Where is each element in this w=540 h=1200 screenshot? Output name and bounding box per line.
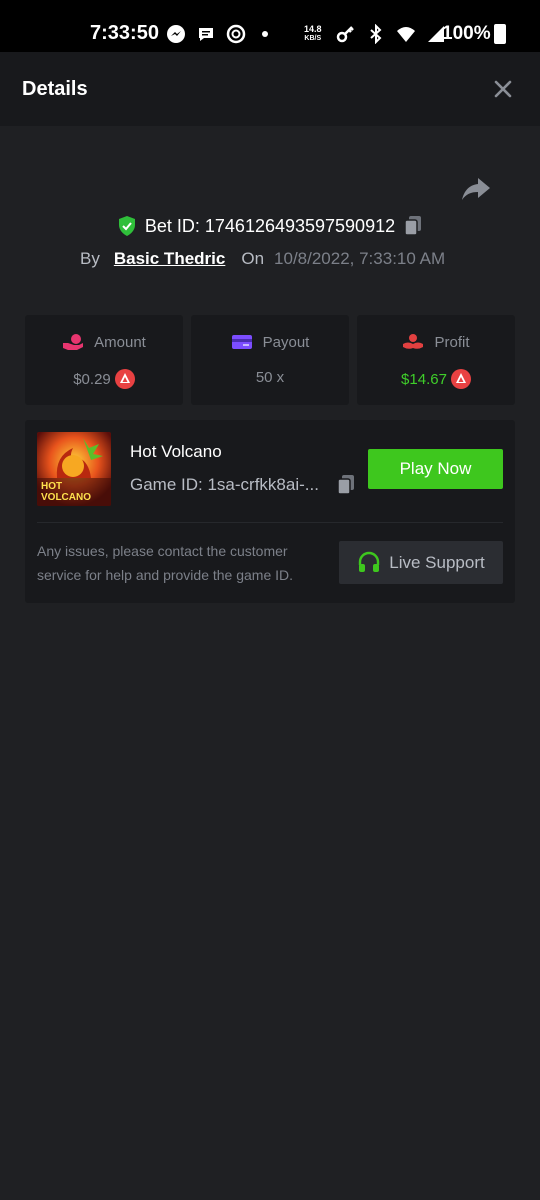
live-support-label: Live Support (389, 552, 485, 572)
notification-icons (166, 24, 268, 44)
stat-label: Payout (262, 333, 310, 351)
game-id: Game ID: 1sa-crfkk8ai-... (130, 475, 319, 494)
game-card: HOT VOLCANO Hot Volcano Game ID: 1sa-crf… (25, 420, 515, 603)
share-icon[interactable] (460, 175, 492, 203)
on-label: On (241, 249, 265, 268)
stat-card-profit: Profit $14.67 (357, 315, 515, 405)
bet-id: Bet ID: 1746126493597590912 (144, 215, 396, 236)
hot-volcano-artwork: HOT VOLCANO (37, 432, 111, 506)
bluetooth-icon (370, 24, 382, 44)
status-time: 7:33:50 (90, 22, 159, 44)
by-label: By (80, 249, 100, 268)
game-id-row: Game ID: 1sa-crfkk8ai-... (130, 474, 356, 496)
bet-author-row: By Basic Thedric On 10/8/2022, 7:33:10 A… (80, 247, 445, 271)
net-speed: 14.8 KB/S (304, 25, 322, 43)
messenger-icon (167, 25, 185, 43)
stat-value: 50 x (255, 369, 285, 386)
thumb-title-line2: VOLCANO (41, 492, 91, 503)
verified-shield-icon (118, 216, 135, 236)
copy-game-id-icon[interactable] (336, 474, 356, 496)
game-name: Hot Volcano (130, 442, 222, 461)
game-thumbnail[interactable]: HOT VOLCANO (37, 432, 111, 506)
ring-app-icon (226, 24, 246, 44)
headset-icon (359, 551, 380, 572)
battery-icon (494, 24, 506, 44)
wifi-icon (397, 27, 415, 42)
copy-bet-id-icon[interactable] (403, 215, 423, 237)
status-bar: 7:33:50 14.8 KB/S 100% (0, 0, 540, 52)
thumb-title-line1: HOT (41, 481, 62, 492)
vpn-key-icon (336, 26, 354, 43)
avax-coin-icon (450, 369, 471, 389)
stat-value: $0.29 (73, 370, 111, 388)
stat-card-amount: Amount $0.29 (25, 315, 183, 405)
close-icon[interactable] (490, 76, 516, 102)
bet-date: 10/8/2022, 7:33:10 AM (274, 249, 446, 268)
stat-card-payout: Payout 50 x (191, 315, 349, 405)
stat-value: $14.67 (401, 370, 447, 388)
user-link[interactable]: Basic Thedric (114, 249, 226, 269)
stat-label: Profit (434, 333, 470, 351)
money-hand-icon (63, 334, 84, 350)
page-title: Details (22, 78, 88, 100)
avax-coin-icon (114, 369, 135, 389)
play-now-button[interactable]: Play Now (368, 449, 503, 489)
bet-id-row: Bet ID: 1746126493597590912 (0, 212, 540, 240)
net-speed-value: 14.8 (304, 24, 322, 34)
divider (37, 522, 503, 523)
more-notifications-dot (262, 31, 268, 37)
stat-label: Amount (94, 333, 146, 351)
system-icons (336, 24, 446, 44)
net-speed-unit: KB/S (304, 35, 322, 42)
battery-percent: 100% (442, 23, 491, 44)
profit-hand-icon (403, 334, 424, 349)
chat-icon (199, 28, 213, 41)
card-icon (231, 335, 252, 349)
live-support-button[interactable]: Live Support (339, 541, 503, 584)
support-notice: Any issues, please contact the customer … (37, 543, 294, 583)
